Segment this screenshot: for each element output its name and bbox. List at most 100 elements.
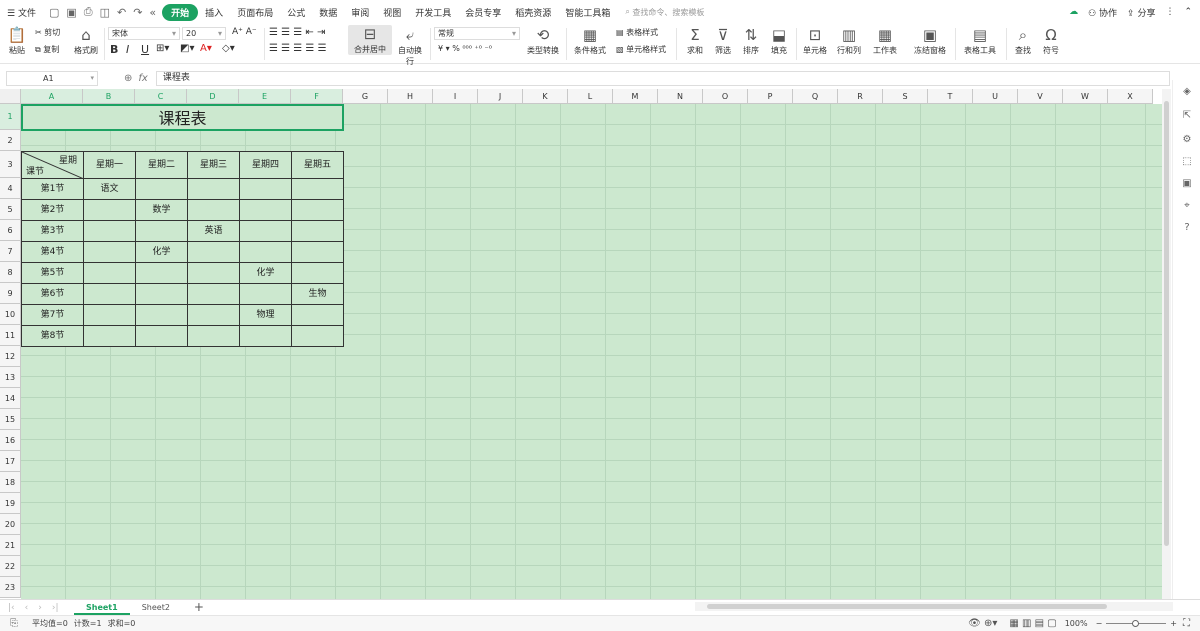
freeze-button[interactable]: ▣ 冻结窗格 [910,26,950,56]
fullscreen-icon[interactable]: ⛶ [1183,618,1190,629]
font-name-select[interactable]: 宋体 ▾ [108,27,180,40]
row-header[interactable]: 14 [0,388,21,409]
preview-icon[interactable]: ◫ [100,6,110,19]
border-icon[interactable]: ⊞▾ [156,43,169,54]
row-col-button[interactable]: ▥ 行和列 [834,26,864,56]
column-header[interactable]: X [1108,89,1153,104]
wrap-text-button[interactable]: ⤶ 自动换行 [395,26,425,67]
row-header[interactable]: 3 [0,151,21,178]
zoom-in-icon[interactable]: + [1170,619,1177,628]
cloud-icon[interactable]: ☁ [1069,7,1078,17]
row-header[interactable]: 21 [0,535,21,556]
row-header[interactable]: 22 [0,556,21,577]
course-cell[interactable]: 物理 [239,304,292,326]
course-cell[interactable]: 生物 [291,283,344,305]
period-cell[interactable]: 第6节 [21,283,84,305]
course-cell[interactable] [291,304,344,326]
course-cell[interactable] [291,220,344,242]
row-header[interactable]: 20 [0,514,21,535]
period-cell[interactable]: 第4节 [21,241,84,263]
column-header[interactable]: A [21,89,83,104]
course-cell[interactable] [187,262,240,284]
course-cell[interactable] [239,241,292,263]
course-cell[interactable] [135,178,188,200]
course-cell[interactable]: 语文 [83,178,136,200]
redo-icon[interactable]: ↷ [133,6,142,19]
font-size-select[interactable]: 20 ▾ [182,27,226,40]
column-header[interactable]: I [433,89,478,104]
course-cell[interactable] [239,178,292,200]
row-header[interactable]: 4 [0,178,21,199]
tab-resources[interactable]: 稻壳资源 [508,6,558,19]
tab-developer[interactable]: 开发工具 [408,6,458,19]
align-top-icon[interactable]: ☰ ☰ ☰ ⇤ ⇥ [269,27,325,38]
zoom-level[interactable]: 100% [1065,619,1088,628]
cell-style-button[interactable]: ▧ 单元格样式 [616,44,666,55]
first-sheet-icon[interactable]: |‹ [8,603,15,613]
column-header[interactable]: G [343,89,388,104]
type-convert-button[interactable]: ⟲ 类型转换 [526,26,560,56]
column-header[interactable]: E [239,89,291,104]
course-cell[interactable] [239,199,292,221]
course-cell[interactable]: 数学 [135,199,188,221]
course-cell[interactable] [83,325,136,347]
course-cell[interactable] [187,283,240,305]
last-sheet-icon[interactable]: ›| [52,603,59,613]
course-cell[interactable] [83,283,136,305]
row-header[interactable]: 15 [0,409,21,430]
column-header[interactable]: U [973,89,1018,104]
sort-button[interactable]: ⇅ 排序 [738,26,764,56]
course-cell[interactable] [187,325,240,347]
shape-icon[interactable]: ⬚ [1181,156,1193,168]
row-header[interactable]: 17 [0,451,21,472]
prev-sheet-icon[interactable]: ‹ [25,603,29,613]
find-button[interactable]: ⌕ 查找 [1010,26,1036,56]
table-tools-button[interactable]: ▤ 表格工具 [960,26,1000,56]
column-header[interactable]: S [883,89,928,104]
sum-button[interactable]: Σ 求和 [682,26,708,56]
select-all-corner[interactable] [0,89,21,104]
row-header[interactable]: 16 [0,430,21,451]
course-cell[interactable] [291,241,344,263]
undo-icon[interactable]: ↶ [117,6,126,19]
course-cell[interactable] [83,220,136,242]
course-cell[interactable] [187,199,240,221]
course-cell[interactable] [135,220,188,242]
column-header[interactable]: W [1063,89,1108,104]
table-style-button[interactable]: ▤ 表格样式 [616,27,658,38]
course-cell[interactable] [135,325,188,347]
course-cell[interactable] [291,178,344,200]
period-cell[interactable]: 第1节 [21,178,84,200]
course-cell[interactable] [239,220,292,242]
worksheet-button[interactable]: ▦ 工作表 [868,26,902,56]
column-header[interactable]: T [928,89,973,104]
image-icon[interactable]: ▣ [1181,178,1193,190]
number-format-select[interactable]: 常规 ▾ [434,27,520,40]
tab-data[interactable]: 数据 [312,6,344,19]
column-header[interactable]: C [135,89,187,104]
row-header[interactable]: 11 [0,325,21,346]
course-cell[interactable]: 英语 [187,220,240,242]
underline-icon[interactable]: U [141,43,149,56]
collapse-icon[interactable]: ⌃ [1184,7,1192,17]
period-cell[interactable]: 第3节 [21,220,84,242]
row-header[interactable]: 5 [0,199,21,220]
period-cell[interactable]: 第5节 [21,262,84,284]
course-cell[interactable] [187,178,240,200]
sheet-tab-2[interactable]: Sheet2 [130,600,182,615]
column-header[interactable]: F [291,89,343,104]
row-header[interactable]: 1 [0,104,21,130]
column-header[interactable]: L [568,89,613,104]
course-cell[interactable] [239,325,292,347]
schedule-title[interactable]: 课程表 [21,104,344,131]
align-left-icon[interactable]: ☰ ☰ ☰ ☰ ☰ [269,43,327,54]
paste-button[interactable]: 📋 粘贴 [6,26,28,56]
fill-color-icon[interactable]: ◩▾ [180,43,194,54]
new-icon[interactable]: ▢ [49,6,59,19]
save-icon[interactable]: ▣ [66,6,76,19]
corner-header-cell[interactable]: 星期 课节 [21,151,84,179]
macro-icon[interactable]: ⎘ [10,618,18,629]
day-header-cell[interactable]: 星期三 [187,151,240,179]
cell-button[interactable]: ⊡ 单元格 [800,26,830,56]
column-header[interactable]: D [187,89,239,104]
